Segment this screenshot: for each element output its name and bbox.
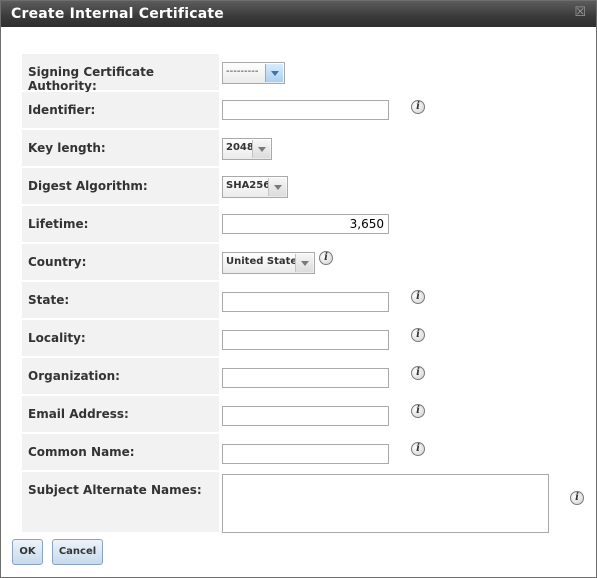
chevron-down-icon xyxy=(252,140,270,158)
label-cell: State: xyxy=(22,282,219,318)
dialog-titlebar[interactable]: Create Internal Certificate ☒ xyxy=(1,1,596,27)
create-certificate-dialog: Create Internal Certificate ☒ Signing Ce… xyxy=(0,0,597,578)
digest-select[interactable]: SHA256 xyxy=(222,176,288,198)
info-icon[interactable]: i xyxy=(411,404,425,418)
label-cell: Subject Alternate Names: xyxy=(22,472,219,532)
key-length-selected-value: 2048 xyxy=(226,142,254,153)
lifetime-input[interactable]: 3,650 xyxy=(222,214,389,234)
label-cell: Lifetime: xyxy=(22,206,219,242)
san-label: Subject Alternate Names: xyxy=(28,483,202,497)
label-cell: Country: xyxy=(22,244,219,280)
label-cell: Common Name: xyxy=(22,434,219,470)
info-icon[interactable]: i xyxy=(319,251,333,265)
signing-ca-selected-value: --------- xyxy=(226,66,259,77)
ok-button[interactable]: OK xyxy=(12,539,43,565)
dialog-title: Create Internal Certificate xyxy=(11,6,224,22)
lifetime-label: Lifetime: xyxy=(28,217,89,231)
identifier-input[interactable] xyxy=(222,100,389,120)
common-name-input[interactable] xyxy=(222,444,389,464)
digest-label: Digest Algorithm: xyxy=(28,179,148,193)
label-cell: Digest Algorithm: xyxy=(22,168,219,204)
label-cell: Locality: xyxy=(22,320,219,356)
info-icon[interactable]: i xyxy=(411,442,425,456)
locality-input[interactable] xyxy=(222,330,389,350)
locality-label: Locality: xyxy=(28,331,86,345)
signing-ca-select[interactable]: --------- xyxy=(222,62,285,84)
country-selected-value: United States xyxy=(226,256,304,267)
info-icon[interactable]: i xyxy=(411,328,425,342)
label-cell: Identifier: xyxy=(22,92,219,128)
label-cell: Signing Certificate Authority: xyxy=(22,54,219,93)
cancel-button[interactable]: Cancel xyxy=(52,539,103,565)
country-select[interactable]: United States xyxy=(222,252,315,274)
close-icon[interactable]: ☒ xyxy=(574,5,586,20)
label-cell: Key length: xyxy=(22,130,219,166)
info-icon[interactable]: i xyxy=(411,290,425,304)
organization-input[interactable] xyxy=(222,368,389,388)
state-input[interactable] xyxy=(222,292,389,312)
organization-label: Organization: xyxy=(28,369,120,383)
info-icon[interactable]: i xyxy=(411,100,425,114)
email-input[interactable] xyxy=(222,406,389,426)
info-icon[interactable]: i xyxy=(570,491,584,505)
info-icon[interactable]: i xyxy=(411,366,425,380)
label-cell: Email Address: xyxy=(22,396,219,432)
chevron-down-icon xyxy=(265,64,283,82)
chevron-down-icon xyxy=(295,254,313,272)
email-label: Email Address: xyxy=(28,407,129,421)
country-label: Country: xyxy=(28,255,87,269)
san-textarea[interactable] xyxy=(222,474,549,533)
digest-selected-value: SHA256 xyxy=(226,180,271,191)
common-name-label: Common Name: xyxy=(28,445,135,459)
signing-ca-label: Signing Certificate Authority: xyxy=(28,65,155,93)
chevron-down-icon xyxy=(268,178,286,196)
identifier-label: Identifier: xyxy=(28,103,96,117)
key-length-label: Key length: xyxy=(28,141,106,155)
key-length-select[interactable]: 2048 xyxy=(222,138,272,160)
label-cell: Organization: xyxy=(22,358,219,394)
state-label: State: xyxy=(28,293,70,307)
